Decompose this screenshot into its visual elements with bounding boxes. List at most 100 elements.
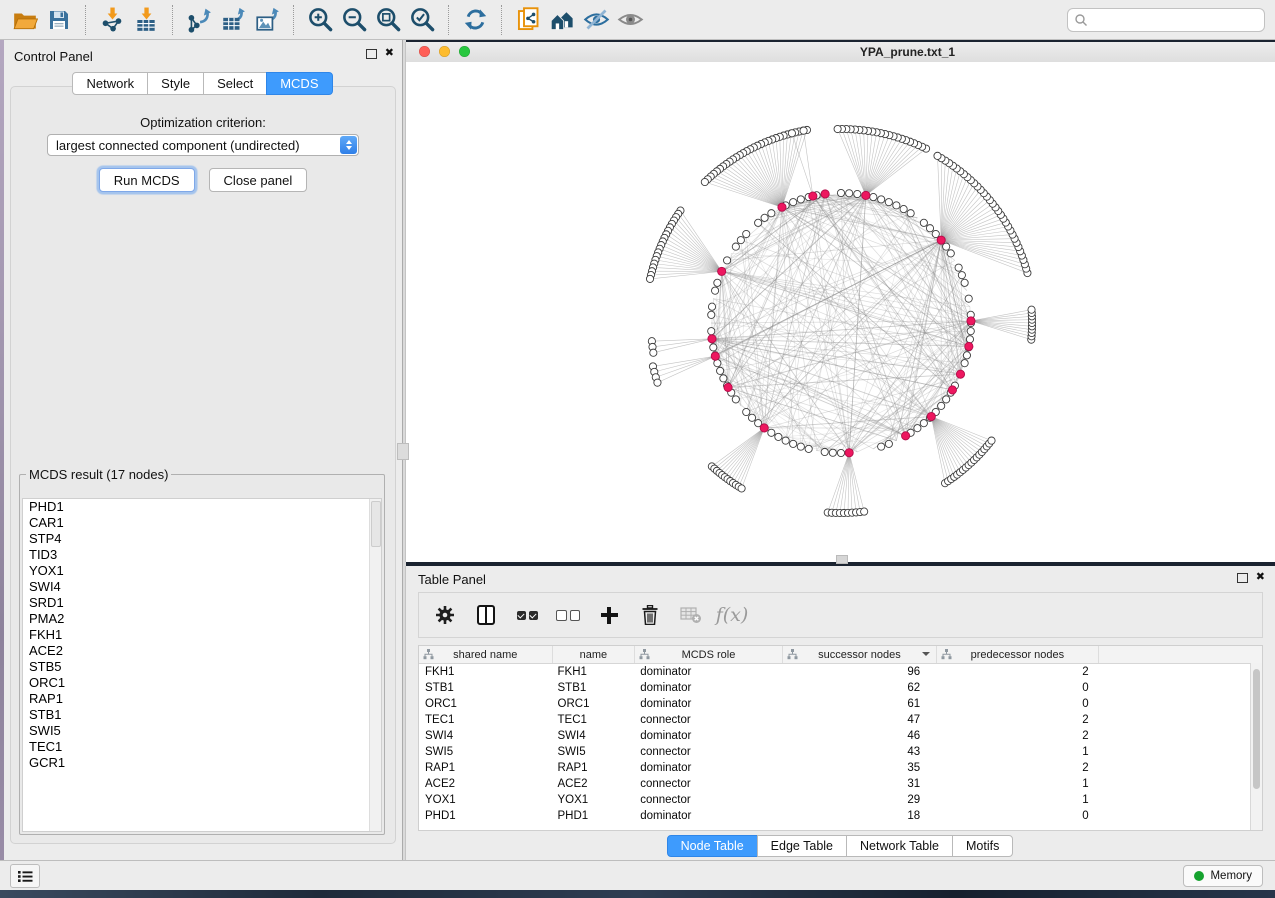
column-header-name[interactable]: name bbox=[553, 646, 636, 663]
mcds-result-node[interactable]: STB5 bbox=[23, 659, 381, 675]
mcds-result-node[interactable]: STB1 bbox=[23, 707, 381, 723]
tab-node-table[interactable]: Node Table bbox=[667, 835, 758, 857]
result-scrollbar[interactable] bbox=[369, 499, 381, 831]
table-row[interactable]: FKH1FKH1dominator962 bbox=[419, 664, 1262, 680]
control-panel-tabs: NetworkStyleSelectMCDS bbox=[4, 72, 402, 95]
tab-select[interactable]: Select bbox=[203, 72, 267, 95]
cell-shared_name: FKH1 bbox=[419, 664, 553, 680]
cell-successor_nodes: 18 bbox=[783, 808, 937, 824]
close-table-panel-icon[interactable]: ✖ bbox=[1256, 572, 1265, 583]
delete-column-button[interactable] bbox=[638, 603, 662, 627]
mcds-result-node[interactable]: SRD1 bbox=[23, 595, 381, 611]
mcds-result-node[interactable]: ACE2 bbox=[23, 643, 381, 659]
home-button[interactable] bbox=[545, 4, 579, 36]
optimization-select[interactable]: largest connected component (undirected) bbox=[47, 134, 359, 156]
export-table-button[interactable] bbox=[216, 4, 250, 36]
import-table-button[interactable] bbox=[129, 4, 163, 36]
task-history-button[interactable] bbox=[10, 864, 40, 888]
list-icon bbox=[18, 870, 33, 883]
cell-successor_nodes: 61 bbox=[783, 696, 937, 712]
network-window: YPA_prune.txt_1 bbox=[405, 42, 1275, 562]
tab-motifs[interactable]: Motifs bbox=[952, 835, 1013, 857]
mcds-result-node[interactable]: GCR1 bbox=[23, 755, 381, 771]
table-row[interactable]: TEC1TEC1connector472 bbox=[419, 712, 1262, 728]
table-row[interactable]: SWI4SWI4dominator462 bbox=[419, 728, 1262, 744]
mcds-result-node[interactable]: TEC1 bbox=[23, 739, 381, 755]
table-row[interactable]: SWI5SWI5connector431 bbox=[419, 744, 1262, 760]
mcds-result-node[interactable]: YOX1 bbox=[23, 563, 381, 579]
export-network-button[interactable] bbox=[182, 4, 216, 36]
sort-desc-icon[interactable] bbox=[922, 652, 930, 656]
float-table-panel-icon[interactable] bbox=[1237, 573, 1248, 583]
table-row[interactable]: ORC1ORC1dominator610 bbox=[419, 696, 1262, 712]
column-header-successor_nodes[interactable]: successor nodes bbox=[783, 646, 937, 663]
cell-shared_name: ORC1 bbox=[419, 696, 553, 712]
network-view[interactable] bbox=[406, 62, 1275, 562]
close-panel-button[interactable]: Close panel bbox=[209, 168, 308, 192]
cell-name: SWI4 bbox=[553, 728, 636, 744]
mcds-result-node[interactable]: PHD1 bbox=[23, 499, 381, 515]
save-session-button[interactable] bbox=[42, 4, 76, 36]
table-row[interactable]: ACE2ACE2connector311 bbox=[419, 776, 1262, 792]
mcds-result-node[interactable]: SWI4 bbox=[23, 579, 381, 595]
table-row[interactable]: STB1STB1dominator620 bbox=[419, 680, 1262, 696]
import-network-button[interactable] bbox=[95, 4, 129, 36]
float-panel-icon[interactable] bbox=[366, 49, 377, 59]
open-session-button[interactable] bbox=[8, 4, 42, 36]
deselect-all-button[interactable] bbox=[556, 603, 580, 627]
trash-icon bbox=[641, 605, 659, 625]
table-row[interactable]: PHD1PHD1dominator180 bbox=[419, 808, 1262, 824]
table-panel-title: Table Panel bbox=[418, 572, 486, 587]
horizontal-splitter-grip[interactable] bbox=[836, 555, 848, 564]
cell-predecessor_nodes: 2 bbox=[937, 664, 1098, 680]
memory-button[interactable]: Memory bbox=[1183, 865, 1263, 887]
add-column-button[interactable] bbox=[597, 603, 621, 627]
search-field[interactable] bbox=[1067, 8, 1265, 32]
vertical-splitter-grip[interactable] bbox=[397, 443, 409, 460]
show-all-button[interactable] bbox=[613, 4, 647, 36]
tab-mcds[interactable]: MCDS bbox=[266, 72, 332, 95]
column-header-mcds_role[interactable]: MCDS role bbox=[635, 646, 782, 663]
select-all-button[interactable] bbox=[515, 603, 539, 627]
mcds-result-node[interactable]: CAR1 bbox=[23, 515, 381, 531]
table-scrollbar[interactable] bbox=[1250, 663, 1262, 830]
tab-network[interactable]: Network bbox=[72, 72, 148, 95]
zoom-in-button[interactable] bbox=[303, 4, 337, 36]
control-panel-header: Control Panel ✖ bbox=[4, 40, 402, 70]
export-image-button[interactable] bbox=[250, 4, 284, 36]
cell-mcds_role: connector bbox=[635, 712, 782, 728]
node-table[interactable]: shared namenameMCDS rolesuccessor nodesp… bbox=[418, 645, 1263, 831]
column-header-predecessor_nodes[interactable]: predecessor nodes bbox=[937, 646, 1098, 663]
zoom-out-button[interactable] bbox=[337, 4, 371, 36]
tab-style[interactable]: Style bbox=[147, 72, 204, 95]
tab-edge-table[interactable]: Edge Table bbox=[757, 835, 847, 857]
zoom-fit-button[interactable] bbox=[371, 4, 405, 36]
zoom-selected-button[interactable] bbox=[405, 4, 439, 36]
table-panel-tabs: Node TableEdge TableNetwork TableMotifs bbox=[406, 835, 1275, 857]
cell-shared_name: RAP1 bbox=[419, 760, 553, 776]
mcds-result-node[interactable]: SWI5 bbox=[23, 723, 381, 739]
network-window-titlebar[interactable]: YPA_prune.txt_1 bbox=[406, 42, 1275, 63]
mcds-result-list[interactable]: PHD1CAR1STP4TID3YOX1SWI4SRD1PMA2FKH1ACE2… bbox=[22, 498, 382, 832]
mcds-result-node[interactable]: PMA2 bbox=[23, 611, 381, 627]
hide-selected-button[interactable] bbox=[579, 4, 613, 36]
column-header-shared_name[interactable]: shared name bbox=[419, 646, 553, 663]
tab-network-table[interactable]: Network Table bbox=[846, 835, 953, 857]
close-panel-icon[interactable]: ✖ bbox=[385, 48, 394, 59]
table-settings-button[interactable] bbox=[433, 603, 457, 627]
column-layout-button[interactable] bbox=[474, 603, 498, 627]
search-input[interactable] bbox=[1088, 12, 1264, 28]
houses-icon bbox=[549, 6, 576, 33]
run-mcds-button[interactable]: Run MCDS bbox=[99, 168, 195, 192]
refresh-layout-button[interactable] bbox=[458, 4, 492, 36]
share-network-document-button[interactable] bbox=[511, 4, 545, 36]
eye-icon bbox=[617, 6, 644, 33]
mcds-result-node[interactable]: RAP1 bbox=[23, 691, 381, 707]
mcds-result-node[interactable]: STP4 bbox=[23, 531, 381, 547]
mcds-result-node[interactable]: FKH1 bbox=[23, 627, 381, 643]
mcds-result-node[interactable]: TID3 bbox=[23, 547, 381, 563]
cell-mcds_role: dominator bbox=[635, 760, 782, 776]
table-row[interactable]: YOX1YOX1connector291 bbox=[419, 792, 1262, 808]
table-row[interactable]: RAP1RAP1dominator352 bbox=[419, 760, 1262, 776]
mcds-result-node[interactable]: ORC1 bbox=[23, 675, 381, 691]
